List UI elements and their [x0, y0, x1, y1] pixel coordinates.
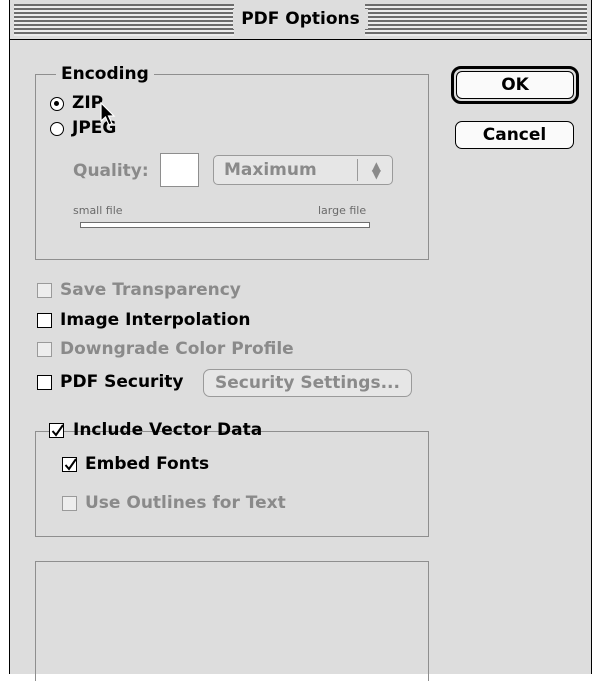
use-outlines-checkbox[interactable]	[62, 496, 77, 511]
ok-button-label: OK	[501, 75, 529, 95]
ok-button[interactable]: OK	[451, 66, 579, 104]
quality-input[interactable]	[160, 153, 199, 187]
image-interpolation-label[interactable]: Image Interpolation	[60, 309, 250, 331]
popup-divider	[357, 159, 358, 181]
pdf-security-checkbox[interactable]	[37, 375, 52, 390]
include-vector-data-checkbox[interactable]	[49, 423, 64, 438]
slider-max-label: large file	[318, 204, 367, 217]
zip-label[interactable]: ZIP	[72, 92, 103, 114]
include-vector-data-label[interactable]: Include Vector Data	[73, 419, 262, 441]
encoding-group-label: Encoding	[56, 63, 154, 85]
image-interpolation-checkbox[interactable]	[37, 313, 52, 328]
quality-slider[interactable]	[80, 222, 370, 228]
jpeg-radio[interactable]	[50, 122, 64, 136]
quality-preset-popup[interactable]: Maximum ▲ ▼	[213, 155, 393, 185]
quality-preset-value: Maximum	[224, 160, 317, 180]
slider-min-label: small file	[73, 204, 123, 217]
cancel-button-label: Cancel	[482, 125, 547, 145]
zip-radio[interactable]	[50, 97, 64, 111]
downgrade-color-profile-checkbox[interactable]	[37, 342, 52, 357]
check-mark-icon	[51, 424, 64, 437]
quality-label: Quality:	[73, 161, 149, 181]
embed-fonts-label[interactable]: Embed Fonts	[85, 453, 209, 475]
title-bar[interactable]: PDF Options	[10, 0, 591, 40]
up-down-arrows-icon: ▲ ▼	[371, 159, 381, 181]
cancel-button[interactable]: Cancel	[455, 121, 574, 149]
mouse-pointer-icon	[100, 102, 116, 126]
zip-radio-dot	[54, 101, 59, 106]
embed-fonts-checkbox[interactable]	[62, 457, 77, 472]
vector-data-group	[35, 431, 429, 537]
pdf-options-dialog: PDF Options Encoding ZIP JPEG Quality: M…	[9, 0, 592, 681]
window-title: PDF Options	[233, 9, 368, 29]
security-settings-label: Security Settings...	[215, 373, 400, 393]
info-panel	[35, 561, 429, 681]
check-mark-icon	[64, 458, 77, 471]
use-outlines-label[interactable]: Use Outlines for Text	[85, 492, 286, 514]
save-transparency-checkbox[interactable]	[37, 283, 52, 298]
security-settings-button[interactable]: Security Settings...	[203, 369, 412, 397]
ok-button-face: OK	[456, 71, 574, 99]
pdf-security-label[interactable]: PDF Security	[60, 371, 183, 393]
save-transparency-label[interactable]: Save Transparency	[60, 279, 241, 301]
downgrade-color-profile-label[interactable]: Downgrade Color Profile	[60, 338, 294, 360]
